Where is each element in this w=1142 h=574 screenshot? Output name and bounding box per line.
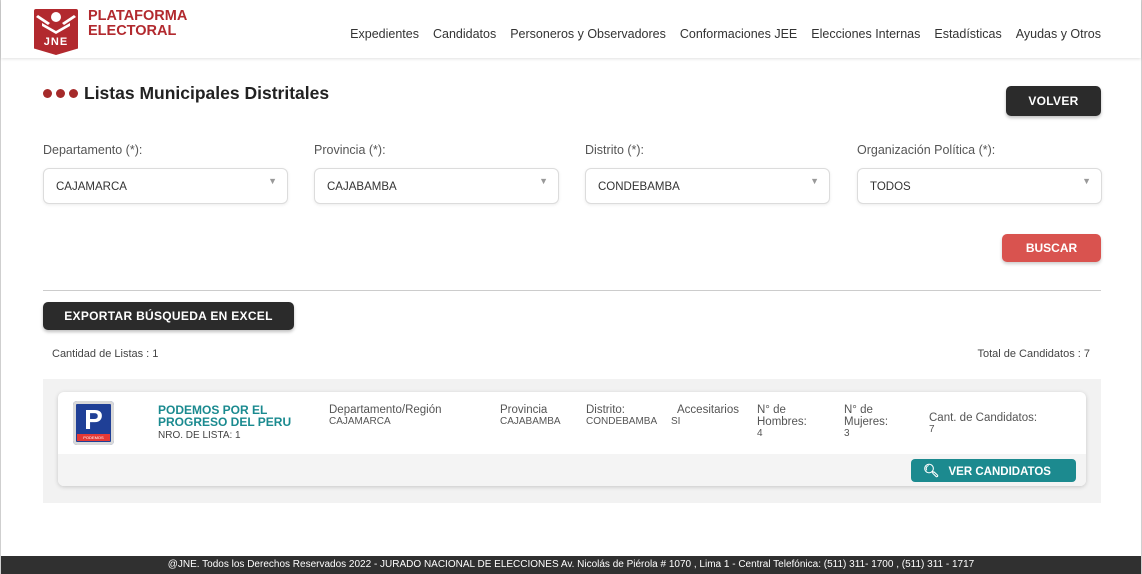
list-number: NRO. DE LISTA: 1 [158, 430, 241, 441]
top-header: JNE PLATAFORMA ELECTORAL Expedientes Can… [1, 0, 1141, 58]
party-logo-sub: PODEMOS [77, 434, 110, 441]
jne-logo[interactable]: JNE [34, 9, 78, 55]
provincia-label: Provincia (*): [314, 143, 386, 157]
organizacion-label: Organización Política (*): [857, 143, 996, 157]
accesitarios-col-label: Accesitarios [677, 404, 739, 416]
distrito-column: Distrito: CONDEBAMBA [586, 404, 657, 428]
hombres-col-label-2: Hombres: [757, 416, 807, 428]
departamento-select[interactable]: CAJAMARCA ▼ [43, 168, 288, 204]
party-logo: P PODEMOS [73, 401, 114, 445]
provincia-col-label: Provincia [500, 404, 548, 416]
nav-item-elecciones-internas[interactable]: Elecciones Internas [811, 27, 920, 41]
nav-item-ayudas[interactable]: Ayudas y Otros [1016, 27, 1101, 41]
cant-column: Cant. de Candidatos: 7 [929, 412, 1037, 436]
distrito-col-label: Distrito: [586, 404, 625, 416]
departamento-column: Departamento/Región CAJAMARCA [329, 404, 442, 428]
results-panel: P PODEMOS PODEMOS POR EL PROGRESO DEL PE… [43, 379, 1101, 503]
main-nav: Expedientes Candidatos Personeros y Obse… [350, 27, 1101, 41]
search-icon: 🔍︎ [923, 463, 940, 478]
export-excel-button[interactable]: EXPORTAR BÚSQUEDA EN EXCEL [43, 302, 294, 330]
brand-line-1: PLATAFORMA [88, 8, 188, 24]
brand-title[interactable]: PLATAFORMA ELECTORAL [88, 9, 187, 39]
distrito-field: Distrito (*): CONDEBAMBA ▼ [585, 143, 830, 204]
party-logo-letter: P [84, 404, 103, 435]
logo-jne-text: JNE [43, 36, 69, 48]
title-dots-icon [43, 89, 78, 98]
provincia-col-value: CAJABAMBA [500, 416, 561, 427]
nav-item-estadisticas[interactable]: Estadísticas [934, 27, 1001, 41]
provincia-value: CAJABAMBA [327, 181, 397, 193]
footer: @JNE. Todos los Derechos Reservados 2022… [1, 556, 1141, 574]
section-divider [43, 290, 1101, 291]
distrito-select[interactable]: CONDEBAMBA ▼ [585, 168, 830, 204]
nav-item-expedientes[interactable]: Expedientes [350, 27, 419, 41]
buscar-button[interactable]: BUSCAR [1002, 234, 1101, 262]
chevron-down-icon: ▼ [539, 176, 548, 186]
chevron-down-icon: ▼ [810, 176, 819, 186]
list-card: P PODEMOS PODEMOS POR EL PROGRESO DEL PE… [58, 392, 1086, 486]
nav-item-conformaciones[interactable]: Conformaciones JEE [680, 27, 797, 41]
provincia-field: Provincia (*): CAJABAMBA ▼ [314, 143, 559, 204]
organizacion-select[interactable]: TODOS ▼ [857, 168, 1102, 204]
cant-col-label: Cant. de Candidatos: [929, 412, 1038, 424]
party-name-line-2: PROGRESO DEL PERU [158, 415, 292, 429]
organizacion-value: TODOS [870, 181, 911, 193]
provincia-select[interactable]: CAJABAMBA ▼ [314, 168, 559, 204]
page-title: Listas Municipales Distritales [84, 83, 330, 103]
mujeres-col-label-2: Mujeres: [844, 416, 889, 428]
brand-line-2: ELECTORAL [88, 23, 177, 39]
hombres-col-value: 4 [757, 428, 763, 439]
mujeres-column: N° de Mujeres: 3 [844, 404, 888, 440]
accesitarios-col-value: SI [671, 416, 681, 427]
ver-candidatos-button[interactable]: 🔍︎ VER CANDIDATOS [911, 459, 1076, 482]
departamento-col-label: Departamento/Región [329, 404, 442, 416]
accesitarios-column: Accesitarios SI [671, 404, 739, 428]
distrito-label: Distrito (*): [585, 143, 645, 157]
organizacion-field: Organización Política (*): TODOS ▼ [857, 143, 1102, 204]
departamento-value: CAJAMARCA [56, 181, 127, 193]
mujeres-col-value: 3 [844, 428, 850, 439]
volver-button[interactable]: VOLVER [1006, 86, 1101, 116]
chevron-down-icon: ▼ [268, 176, 277, 186]
mujeres-col-label-1: N° de [844, 404, 873, 416]
provincia-column: Provincia CAJABAMBA [500, 404, 561, 428]
nav-item-candidatos[interactable]: Candidatos [433, 27, 496, 41]
nav-item-personeros[interactable]: Personeros y Observadores [510, 27, 666, 41]
departamento-label: Departamento (*): [43, 143, 143, 157]
departamento-field: Departamento (*): CAJAMARCA ▼ [43, 143, 288, 204]
cant-col-value: 7 [929, 424, 935, 435]
hombres-col-label-1: N° de [757, 404, 786, 416]
hombres-column: N° de Hombres: 4 [757, 404, 807, 440]
page: JNE PLATAFORMA ELECTORAL Expedientes Can… [0, 0, 1142, 574]
departamento-col-value: CAJAMARCA [329, 416, 391, 427]
list-count: Cantidad de Listas : 1 [52, 348, 159, 360]
total-candidates: Total de Candidatos : 7 [977, 348, 1090, 360]
logo-emblem-icon [36, 12, 76, 34]
chevron-down-icon: ▼ [1082, 176, 1091, 186]
distrito-value: CONDEBAMBA [598, 181, 680, 193]
party-name[interactable]: PODEMOS POR EL PROGRESO DEL PERU [158, 404, 291, 428]
distrito-col-value: CONDEBAMBA [586, 416, 658, 427]
ver-candidatos-label: VER CANDIDATOS [948, 466, 1051, 478]
page-title-row: Listas Municipales Distritales [43, 83, 329, 104]
